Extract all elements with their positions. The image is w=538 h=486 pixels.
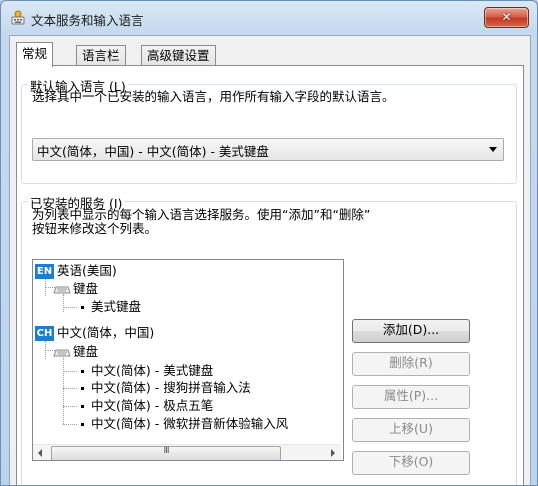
tab-general[interactable]: 常规 (16, 42, 54, 67)
tree-item-ch-us-keyboard[interactable]: 中文(简体) - 美式键盘 (91, 363, 213, 379)
tree-node-en-keyboard[interactable]: 键盘 (73, 281, 98, 297)
tree-connector (63, 357, 64, 424)
tree-item-ch-jidian-wubi[interactable]: 中文(简体) - 极点五笔 (91, 398, 213, 414)
text-services-app-icon (11, 10, 25, 25)
scroll-right-icon[interactable] (331, 449, 335, 457)
default-language-selected: 中文(简体，中国) - 中文(简体) - 美式键盘 (37, 144, 269, 159)
tree-connector (63, 424, 77, 425)
window-title: 文本服务和输入语言 (31, 13, 144, 28)
installed-services-tree[interactable]: EN 英语(美国) 键盘 美式键盘 CH 中文(简体，中国) 键盘 中文(简体)… (32, 259, 344, 461)
installed-services-description-line1: 为列表中显示的每个输入语言选择服务。使用“添加”和“删除” (32, 207, 371, 222)
tree-node-chinese-simplified[interactable]: 中文(简体，中国) (57, 325, 154, 341)
installed-services-description-line2: 按钮来修改这个列表。 (32, 221, 158, 236)
installed-services-group: 已安装的服务 (I) 为列表中显示的每个输入语言选择服务。使用“添加”和“删除”… (21, 193, 517, 485)
close-button[interactable]: ✕ (484, 7, 529, 28)
language-badge-en: EN (35, 264, 54, 279)
general-tab-page: 默认输入语言 (L) 选择其中一个已安装的输入语言，用作所有输入字段的默认语言。… (16, 65, 524, 485)
language-badge-ch: CH (35, 326, 54, 341)
tree-item-ch-sogou-pinyin[interactable]: 中文(简体) - 搜狗拼音输入法 (91, 380, 251, 396)
chevron-down-icon (489, 147, 497, 152)
tree-horizontal-scrollbar[interactable]: III (33, 444, 341, 460)
tree-bullet (81, 423, 84, 426)
grip-icon: III (163, 446, 170, 456)
tree-item-ch-ms-pinyin[interactable]: 中文(简体) - 微软拼音新体验输入风 (91, 416, 288, 432)
dialog-client-area: 常规 语言栏 高级键设置 默认输入语言 (L) 选择其中一个已安装的输入语言，用… (9, 35, 531, 485)
tree-connector (63, 388, 77, 389)
default-language-group: 默认输入语言 (L) 选择其中一个已安装的输入语言，用作所有输入字段的默认语言。… (21, 76, 517, 184)
tree-bullet (81, 387, 84, 390)
tree-bullet (81, 306, 84, 309)
tree-bullet (81, 370, 84, 373)
properties-button[interactable]: 属性(P)... (352, 385, 470, 409)
installed-services-description: 为列表中显示的每个输入语言选择服务。使用“添加”和“删除” 按钮来修改这个列表。 (32, 208, 370, 236)
dialog-window: 文本服务和输入语言 ✕ 常规 语言栏 高级键设置 默认输入语言 (L) 选择其中… (0, 0, 538, 486)
default-language-select[interactable]: 中文(简体，中国) - 中文(简体) - 美式键盘 (32, 138, 504, 161)
default-language-description: 选择其中一个已安装的输入语言，用作所有输入字段的默认语言。 (32, 89, 395, 104)
keyboard-icon (53, 349, 71, 357)
tree-bullet (81, 405, 84, 408)
tree-connector (63, 294, 64, 312)
move-down-button[interactable]: 下移(O) (352, 451, 470, 475)
tree-connector (63, 371, 77, 372)
move-up-button[interactable]: 上移(U) (352, 418, 470, 442)
tree-connector (63, 406, 77, 407)
close-icon: ✕ (501, 10, 512, 24)
tree-item-en-us-keyboard[interactable]: 美式键盘 (91, 299, 141, 315)
scrollbar-thumb[interactable]: III (51, 446, 281, 460)
tab-advanced-key-settings[interactable]: 高级键设置 (141, 45, 216, 66)
remove-button[interactable]: 删除(R) (352, 352, 470, 376)
tree-node-ch-keyboard[interactable]: 键盘 (73, 344, 98, 360)
scroll-left-icon[interactable] (38, 449, 42, 457)
keyboard-icon (53, 286, 71, 294)
add-button[interactable]: 添加(D)... (352, 319, 470, 343)
tab-language-bar[interactable]: 语言栏 (76, 45, 126, 66)
tree-node-english-us[interactable]: 英语(美国) (57, 263, 117, 279)
tree-connector (63, 307, 77, 308)
title-bar[interactable]: 文本服务和输入语言 ✕ (1, 1, 537, 35)
